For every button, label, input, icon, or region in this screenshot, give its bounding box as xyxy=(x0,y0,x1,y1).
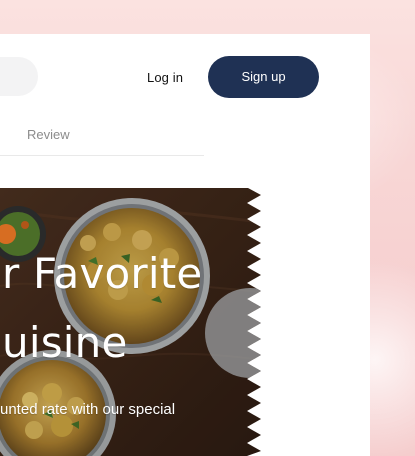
login-link[interactable]: Log in xyxy=(147,69,183,87)
page-card: Log in Sign up Review r Favorite uisine … xyxy=(0,34,370,456)
hero-subtext: unted rate with our special xyxy=(0,401,176,418)
signup-button[interactable]: Sign up xyxy=(208,56,319,98)
tab-review[interactable]: Review xyxy=(27,127,70,143)
search-input[interactable] xyxy=(0,57,38,96)
hero-title-line-1: r Favorite xyxy=(2,249,203,298)
hero-title-line-2: uisine xyxy=(2,318,128,367)
tabs-row: Review xyxy=(0,127,204,156)
hero-banner: r Favorite uisine unted rate with our sp… xyxy=(0,188,262,456)
